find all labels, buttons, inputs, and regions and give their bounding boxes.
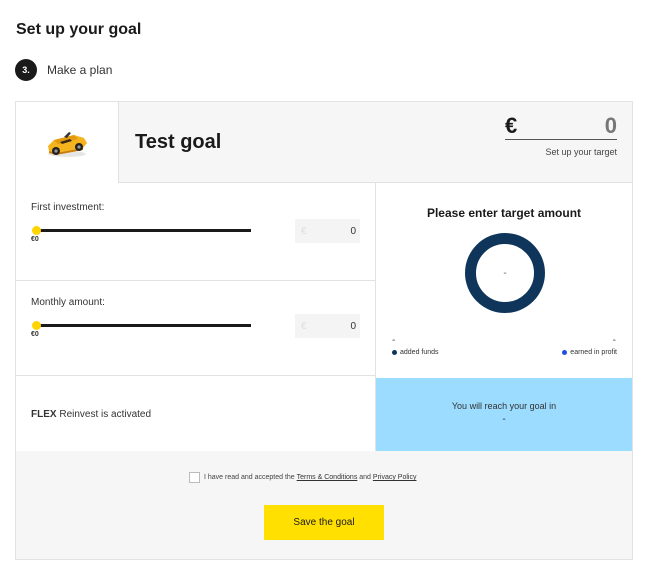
earned-profit-dot-icon	[562, 350, 568, 355]
monthly-amount-input[interactable]: € 0	[295, 314, 360, 338]
monthly-amount-min-label: €0	[31, 331, 39, 338]
target-value[interactable]: 0	[605, 115, 617, 137]
added-funds-value: -	[392, 335, 396, 346]
added-funds-label: added funds	[400, 349, 439, 356]
goal-image[interactable]	[16, 102, 119, 183]
earned-profit-label: earned in profit	[570, 349, 617, 356]
flex-reinvest-section: FLEX Reinvest is activated	[16, 376, 376, 451]
reach-value: -	[502, 414, 506, 425]
currency-symbol: €	[301, 225, 307, 237]
currency-symbol: €	[301, 320, 307, 332]
monthly-amount-section: Monthly amount: €0 € 0	[16, 281, 376, 376]
added-funds-dot-icon	[392, 350, 397, 355]
target-hint: Set up your target	[545, 147, 617, 157]
first-investment-min-label: €0	[31, 236, 39, 243]
goal-footer: I have read and accepted the Terms & Con…	[16, 451, 632, 559]
page-title: Set up your goal	[16, 21, 142, 38]
target-input[interactable]: € 0	[505, 115, 617, 140]
reach-label: You will reach your goal in	[451, 401, 557, 411]
monthly-amount-slider[interactable]	[36, 324, 251, 327]
goal-card: Test goal € 0 Set up your target First i…	[15, 101, 633, 560]
terms-agreement: I have read and accepted the Terms & Con…	[189, 472, 416, 483]
donut-center-value: -	[503, 267, 507, 279]
save-goal-button[interactable]: Save the goal	[264, 505, 384, 540]
terms-checkbox[interactable]	[189, 472, 200, 483]
convertible-car-icon	[48, 131, 87, 157]
step-indicator: 3. Make a plan	[15, 59, 112, 81]
first-investment-slider-thumb[interactable]	[32, 226, 41, 235]
goal-name[interactable]: Test goal	[135, 131, 221, 154]
goal-reach-banner: You will reach your goal in -	[376, 378, 632, 451]
monthly-amount-value: 0	[350, 320, 356, 332]
first-investment-value: 0	[350, 225, 356, 237]
monthly-amount-slider-thumb[interactable]	[32, 321, 41, 330]
flex-reinvest-note: FLEX Reinvest is activated	[31, 409, 151, 420]
target-amount[interactable]: € 0 Set up your target	[505, 115, 617, 157]
first-investment-input[interactable]: € 0	[295, 219, 360, 243]
legend-earned-profit: earned in profit	[562, 349, 617, 356]
privacy-policy-link[interactable]: Privacy Policy	[373, 474, 417, 481]
flex-reinvest-text: Reinvest is activated	[56, 409, 152, 420]
monthly-amount-label: Monthly amount:	[31, 297, 105, 308]
goal-summary-panel: Please enter target amount - - - added f…	[376, 183, 632, 378]
flex-label: FLEX	[31, 409, 57, 420]
summary-title: Please enter target amount	[426, 206, 582, 220]
first-investment-slider[interactable]	[36, 229, 251, 232]
goal-donut-chart: -	[465, 233, 545, 313]
legend-added-funds: added funds	[392, 349, 439, 356]
step-label: Make a plan	[47, 63, 113, 77]
agreement-prefix: I have read and accepted the	[204, 474, 297, 481]
goal-header: Test goal € 0 Set up your target	[16, 102, 632, 183]
agreement-middle: and	[357, 474, 373, 481]
step-number-badge: 3.	[15, 59, 37, 81]
earned-profit-value: -	[612, 335, 616, 346]
target-currency: €	[505, 113, 518, 138]
first-investment-label: First investment:	[31, 202, 105, 213]
terms-link[interactable]: Terms & Conditions	[297, 474, 358, 481]
first-investment-section: First investment: €0 € 0	[16, 183, 376, 281]
